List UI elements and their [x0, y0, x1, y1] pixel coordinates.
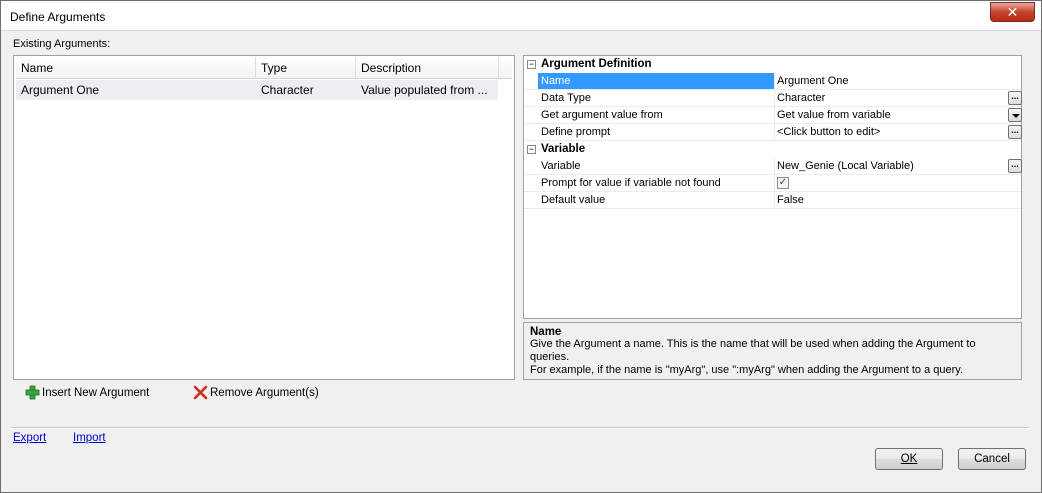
dropdown-arrow-icon[interactable]: [1008, 108, 1022, 122]
category-variable[interactable]: − Variable: [524, 141, 1021, 158]
argument-type-cell: Character: [261, 83, 314, 97]
ok-button-label: OK: [900, 453, 918, 465]
window-title: Define Arguments: [10, 10, 106, 24]
define-prompt-ellipsis-button[interactable]: ...: [1008, 125, 1022, 139]
property-value[interactable]: <Click button to edit>: [777, 124, 1009, 140]
property-value[interactable]: New_Genie (Local Variable): [777, 158, 1009, 174]
property-label: Default value: [541, 194, 606, 206]
category-title: Variable: [541, 143, 586, 155]
list-item[interactable]: Argument One Character Value populated f…: [16, 80, 498, 100]
property-label: Variable: [541, 160, 581, 172]
column-divider: [774, 175, 775, 192]
property-row-name[interactable]: Name Argument One: [524, 73, 1021, 90]
property-value[interactable]: Character: [777, 90, 1009, 106]
property-label: Get argument value from: [541, 109, 663, 121]
property-row-data-type[interactable]: Data Type Character ...: [524, 90, 1022, 107]
property-value[interactable]: Argument One: [777, 73, 1009, 89]
property-label: Define prompt: [541, 126, 611, 138]
column-header-name[interactable]: Name: [16, 57, 256, 79]
column-divider: [774, 107, 775, 124]
divider: [11, 427, 1029, 429]
insert-new-argument-label: Insert New Argument: [42, 387, 150, 399]
title-bar: Define Arguments ✕: [1, 1, 1041, 31]
property-grid[interactable]: − Argument Definition Name Argument One …: [523, 55, 1022, 319]
dialog-body: Existing Arguments: Name Type Descriptio…: [1, 32, 1041, 492]
column-divider: [774, 124, 775, 141]
category-argument-definition[interactable]: − Argument Definition: [524, 56, 1021, 73]
help-text-line-1: Give the Argument a name. This is the na…: [530, 338, 976, 363]
argument-description-cell: Value populated from ...: [361, 83, 488, 97]
column-divider: [774, 73, 775, 90]
property-label: Data Type: [541, 92, 591, 104]
argument-name-cell: Argument One: [21, 83, 100, 97]
cancel-button[interactable]: Cancel: [958, 448, 1026, 470]
remove-arguments-label: Remove Argument(s): [210, 387, 319, 399]
property-row-default-value[interactable]: Default value False: [524, 192, 1021, 209]
column-divider: [774, 192, 775, 209]
collapse-toggle-icon[interactable]: −: [527, 60, 536, 69]
column-header-type[interactable]: Type: [256, 57, 356, 79]
import-link[interactable]: Import: [73, 432, 106, 444]
column-header-description[interactable]: Description: [356, 57, 499, 79]
insert-new-argument-button[interactable]: Insert New Argument: [25, 384, 149, 402]
arguments-list[interactable]: Name Type Description Argument One Chara…: [13, 55, 515, 380]
property-row-define-prompt[interactable]: Define prompt <Click button to edit> ...: [524, 124, 1022, 141]
data-type-ellipsis-button[interactable]: ...: [1008, 91, 1022, 105]
property-value[interactable]: Get value from variable: [777, 107, 1009, 123]
property-label: Prompt for value if variable not found: [541, 177, 721, 189]
column-divider: [774, 158, 775, 175]
property-value[interactable]: False: [777, 192, 1009, 208]
category-title: Argument Definition: [541, 58, 652, 70]
property-row-get-value-from[interactable]: Get argument value from Get value from v…: [524, 107, 1022, 124]
property-row-prompt-if-not-found[interactable]: Prompt for value if variable not found ✓: [524, 175, 1021, 192]
define-arguments-dialog: Define Arguments ✕ Existing Arguments: N…: [0, 0, 1042, 493]
remove-x-icon: [193, 386, 208, 400]
export-link[interactable]: Export: [13, 432, 46, 444]
variable-ellipsis-button[interactable]: ...: [1008, 159, 1022, 173]
help-text-line-2: For example, if the name is "myArg", use…: [530, 364, 964, 376]
property-help-panel: Name Give the Argument a name. This is t…: [523, 322, 1022, 380]
plus-icon: [25, 386, 40, 400]
close-button[interactable]: ✕: [990, 2, 1035, 22]
property-label: Name: [538, 73, 774, 89]
prompt-checkbox[interactable]: ✓: [777, 177, 789, 189]
collapse-toggle-icon[interactable]: −: [527, 145, 536, 154]
existing-arguments-label: Existing Arguments:: [13, 38, 111, 50]
remove-arguments-button[interactable]: Remove Argument(s): [193, 384, 319, 402]
ok-button[interactable]: OK: [875, 448, 943, 470]
help-title: Name: [530, 326, 562, 338]
cancel-button-label: Cancel: [974, 453, 1010, 465]
property-row-variable[interactable]: Variable New_Genie (Local Variable) ...: [524, 158, 1022, 175]
list-header: Name Type Description: [16, 57, 512, 79]
column-divider: [774, 90, 775, 107]
